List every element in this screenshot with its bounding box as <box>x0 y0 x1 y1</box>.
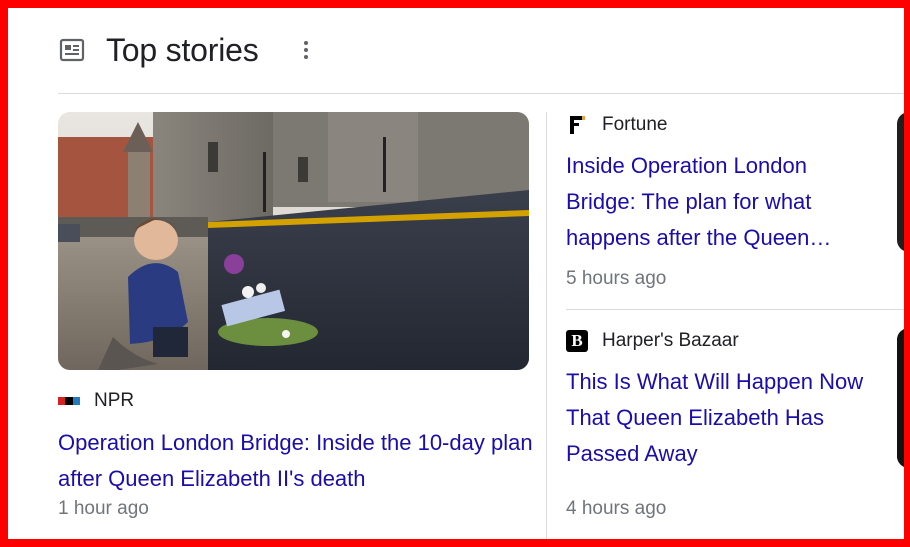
source-name: NPR <box>94 390 135 411</box>
story-source: B Harper's Bazaar <box>566 328 739 354</box>
story-timestamp: 5 hours ago <box>566 268 667 289</box>
main-story-headline-link[interactable]: Operation London Bridge: Inside the 10-d… <box>58 425 538 497</box>
side-story-divider <box>566 540 910 541</box>
story-timestamp: 1 hour ago <box>58 498 149 519</box>
harpers-bazaar-logo-icon: B <box>566 330 588 352</box>
side-story-headline-link[interactable]: Inside Operation London Bridge: The plan… <box>566 148 876 256</box>
fortune-logo-icon <box>566 114 588 136</box>
npr-logo-icon <box>58 397 80 405</box>
story-source: Fortune <box>566 112 667 138</box>
story-timestamp: 4 hours ago <box>566 498 667 519</box>
side-story-thumbnail[interactable] <box>897 112 904 252</box>
source-name: Harper's Bazaar <box>602 330 739 351</box>
side-story-divider <box>566 309 904 310</box>
main-story-card[interactable]: NPR Operation London Bridge: Inside the … <box>58 112 533 519</box>
screenshot-frame: Top stories NPR Operation London Bridge:… <box>0 0 910 547</box>
newspaper-icon <box>58 36 86 64</box>
source-name: Fortune <box>602 114 668 135</box>
header-divider <box>58 93 904 94</box>
side-story-headline-link[interactable]: This Is What Will Happen Now That Queen … <box>566 364 876 472</box>
column-divider <box>546 112 547 539</box>
section-header: Top stories <box>58 30 309 70</box>
section-title: Top stories <box>106 31 259 68</box>
main-story-image[interactable] <box>58 112 529 370</box>
side-story-thumbnail[interactable] <box>897 328 904 468</box>
more-vert-icon[interactable] <box>303 41 309 59</box>
story-source: NPR <box>58 390 134 412</box>
main-story-divider <box>58 540 529 541</box>
